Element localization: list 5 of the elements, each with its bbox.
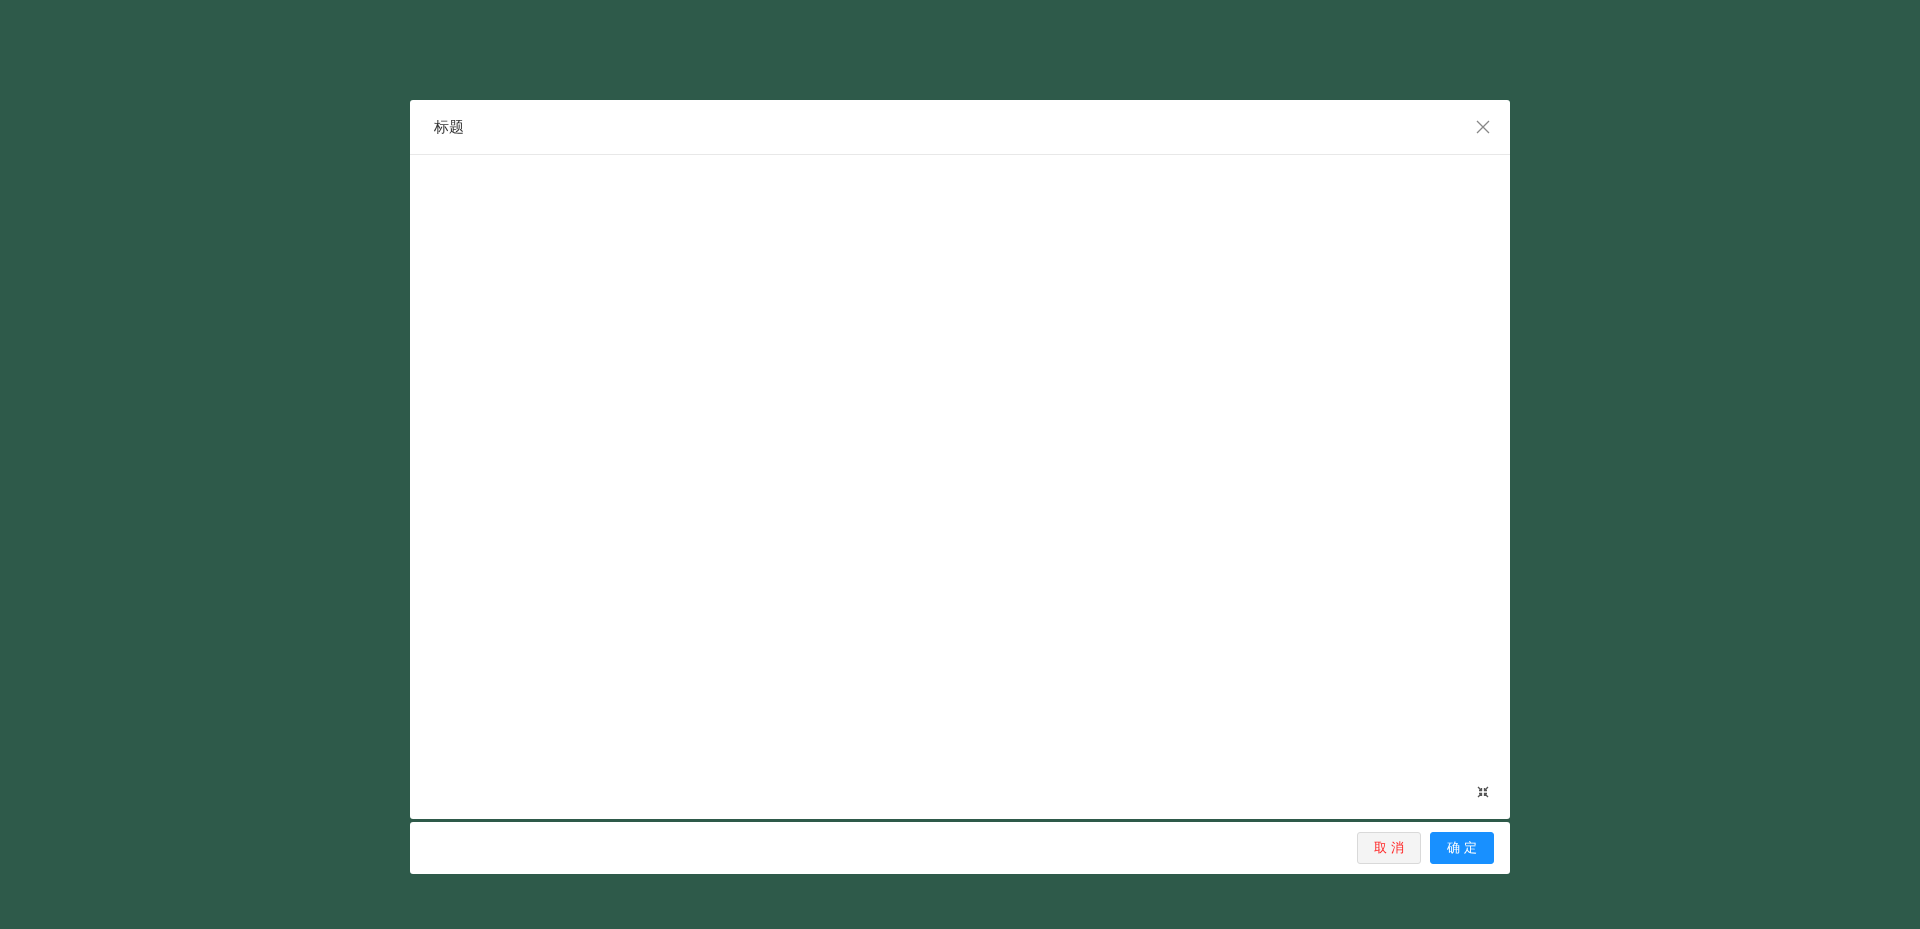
cancel-button[interactable]: 取 消 bbox=[1357, 832, 1421, 864]
confirm-button[interactable]: 确 定 bbox=[1430, 832, 1494, 864]
dialog-title: 标题 bbox=[434, 116, 464, 138]
collapse-icon[interactable] bbox=[1477, 786, 1489, 798]
close-icon[interactable] bbox=[1476, 120, 1490, 134]
